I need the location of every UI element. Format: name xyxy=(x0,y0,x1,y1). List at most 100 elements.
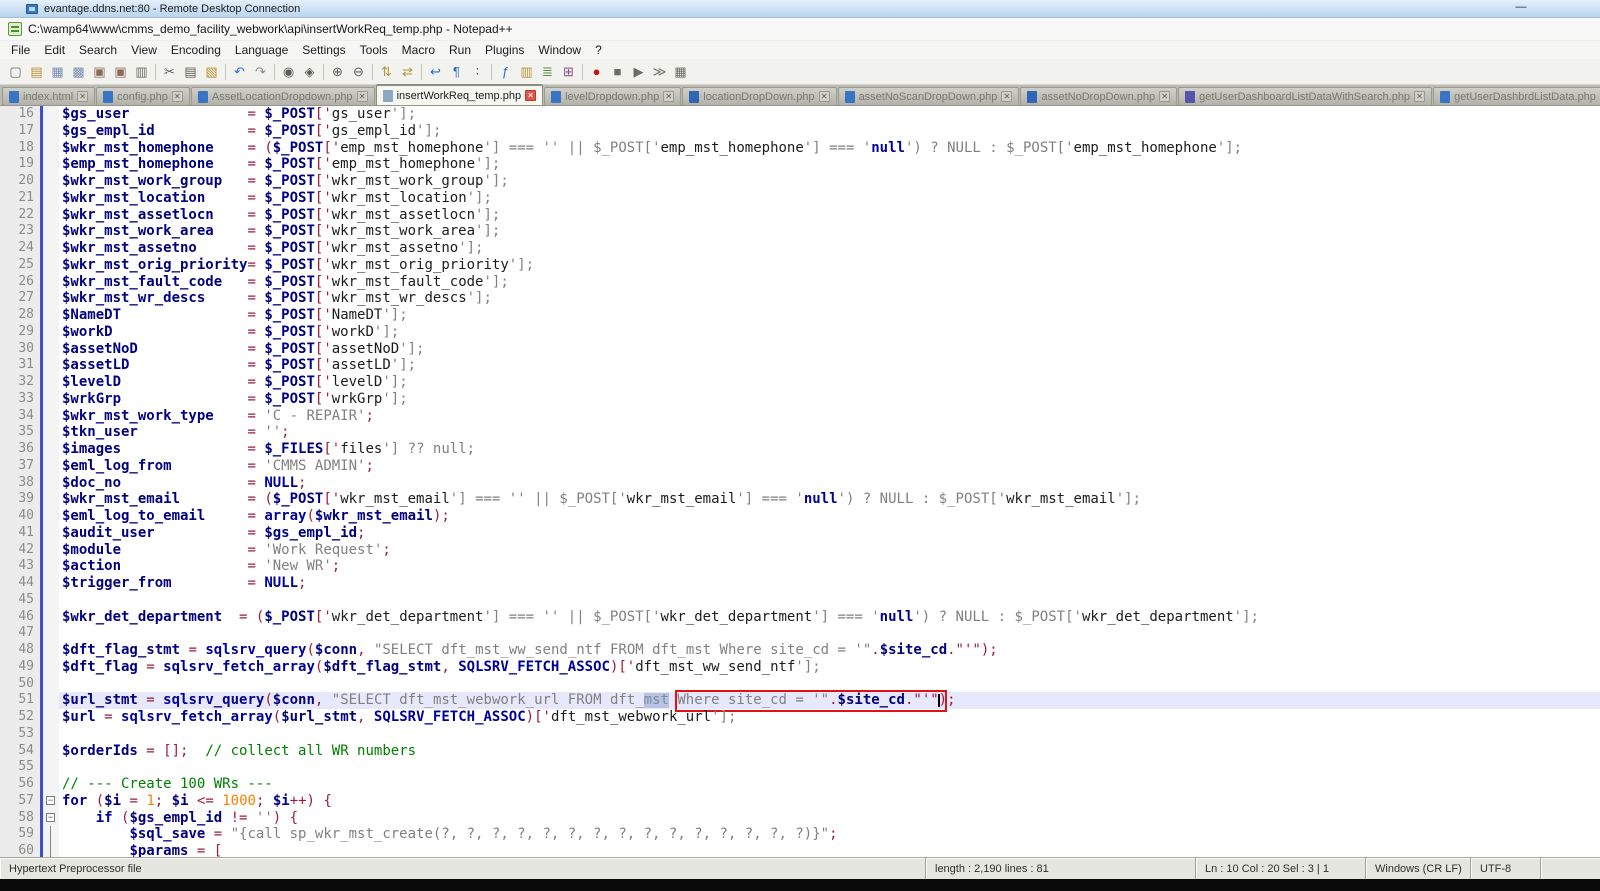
code-line-39[interactable]: 39$wkr_mst_email = ($_POST['wkr_mst_emai… xyxy=(0,491,1600,508)
fold-margin[interactable]: − xyxy=(44,810,59,827)
code-text[interactable] xyxy=(59,625,1600,642)
tab-getuserdashboardlistdatawithsearch-php[interactable]: getUserDashboardListDataWithSearch.php✕ xyxy=(1178,87,1432,105)
code-text[interactable]: if ($gs_empl_id != '') { xyxy=(59,810,1600,827)
code-line-45[interactable]: 45 xyxy=(0,592,1600,609)
code-line-28[interactable]: 28$NameDT = $_POST['NameDT']; xyxy=(0,307,1600,324)
fold-margin[interactable] xyxy=(44,123,59,140)
fold-margin[interactable] xyxy=(44,609,59,626)
fold-margin[interactable] xyxy=(44,676,59,693)
cut-icon[interactable]: ✂ xyxy=(159,61,180,82)
code-text[interactable]: $orderIds = []; // collect all WR number… xyxy=(59,743,1600,760)
document-list-icon[interactable]: ≣ xyxy=(537,61,558,82)
menu-item-search[interactable]: Search xyxy=(72,42,124,58)
code-line-37[interactable]: 37$eml_log_from = 'CMMS ADMIN'; xyxy=(0,458,1600,475)
replace-icon[interactable]: ◈ xyxy=(299,61,320,82)
code-text[interactable]: $wkr_mst_location = $_POST['wkr_mst_loca… xyxy=(59,190,1600,207)
code-text[interactable]: $eml_log_to_email = array($wkr_mst_email… xyxy=(59,508,1600,525)
tab-close-icon[interactable]: ✕ xyxy=(1001,91,1012,102)
function-list-icon[interactable]: ƒ xyxy=(495,61,516,82)
fold-margin[interactable] xyxy=(44,190,59,207)
tab-index-html[interactable]: index.html✕ xyxy=(2,87,95,105)
code-text[interactable]: $url_stmt = sqlsrv_query($conn, "SELECT … xyxy=(59,692,1600,709)
code-text[interactable]: $sql_save = "{call sp_wkr_mst_create(?, … xyxy=(59,826,1600,843)
fold-margin[interactable] xyxy=(44,106,59,123)
code-line-33[interactable]: 33$wrkGrp = $_POST['wrkGrp']; xyxy=(0,391,1600,408)
code-line-24[interactable]: 24$wkr_mst_assetno = $_POST['wkr_mst_ass… xyxy=(0,240,1600,257)
macro-record-icon[interactable]: ● xyxy=(586,61,607,82)
fold-margin[interactable] xyxy=(44,156,59,173)
fold-margin[interactable] xyxy=(44,274,59,291)
code-line-18[interactable]: 18$wkr_mst_homephone = ($_POST['emp_mst_… xyxy=(0,140,1600,157)
menu-item-file[interactable]: File xyxy=(4,42,37,58)
fold-collapse-icon[interactable]: − xyxy=(46,796,55,805)
code-line-47[interactable]: 47 xyxy=(0,625,1600,642)
tab-close-icon[interactable]: ✕ xyxy=(525,90,536,101)
code-line-46[interactable]: 46$wkr_det_department = ($_POST['wkr_det… xyxy=(0,609,1600,626)
fold-margin[interactable] xyxy=(44,508,59,525)
code-text[interactable] xyxy=(59,759,1600,776)
tab-insertworkreq_temp-php[interactable]: insertWorkReq_temp.php✕ xyxy=(376,84,544,105)
code-line-34[interactable]: 34$wkr_mst_work_type = 'C - REPAIR'; xyxy=(0,408,1600,425)
code-text[interactable]: $assetLD = $_POST['assetLD']; xyxy=(59,357,1600,374)
tab-getuserdashbrdlistdata-php[interactable]: getUserDashbrdListData.php✕ xyxy=(1433,87,1600,105)
code-text[interactable]: $eml_log_from = 'CMMS ADMIN'; xyxy=(59,458,1600,475)
code-text[interactable]: $gs_empl_id = $_POST['gs_empl_id']; xyxy=(59,123,1600,140)
code-line-43[interactable]: 43$action = 'New WR'; xyxy=(0,558,1600,575)
code-text[interactable] xyxy=(59,592,1600,609)
code-line-55[interactable]: 55 xyxy=(0,759,1600,776)
code-line-49[interactable]: 49$dft_flag = sqlsrv_fetch_array($dft_fl… xyxy=(0,659,1600,676)
redo-icon[interactable]: ↷ xyxy=(250,61,271,82)
fold-margin[interactable] xyxy=(44,341,59,358)
code-editor[interactable]: 16$gs_user = $_POST['gs_user'];17$gs_emp… xyxy=(0,106,1600,857)
code-text[interactable]: $workD = $_POST['workD']; xyxy=(59,324,1600,341)
code-line-23[interactable]: 23$wkr_mst_work_area = $_POST['wkr_mst_w… xyxy=(0,223,1600,240)
menu-item-[interactable]: ? xyxy=(588,42,609,58)
code-text[interactable]: $trigger_from = NULL; xyxy=(59,575,1600,592)
code-text[interactable]: $levelD = $_POST['levelD']; xyxy=(59,374,1600,391)
code-text[interactable]: $wrkGrp = $_POST['wrkGrp']; xyxy=(59,391,1600,408)
rdp-minimize-button[interactable]: — xyxy=(1510,3,1532,15)
zoom-out-icon[interactable]: ⊖ xyxy=(348,61,369,82)
menu-item-plugins[interactable]: Plugins xyxy=(478,42,531,58)
fold-margin[interactable] xyxy=(44,391,59,408)
code-line-19[interactable]: 19$emp_mst_homephone = $_POST['emp_mst_h… xyxy=(0,156,1600,173)
menu-item-view[interactable]: View xyxy=(124,42,164,58)
tab-leveldropdown-php[interactable]: levelDropdown.php✕ xyxy=(544,87,681,105)
code-text[interactable]: $wkr_det_department = ($_POST['wkr_det_d… xyxy=(59,609,1600,626)
tab-config-php[interactable]: config.php✕ xyxy=(96,87,190,105)
menu-item-run[interactable]: Run xyxy=(442,42,478,58)
fold-margin[interactable] xyxy=(44,625,59,642)
code-line-27[interactable]: 27$wkr_mst_wr_descs = $_POST['wkr_mst_wr… xyxy=(0,290,1600,307)
code-text[interactable]: $assetNoD = $_POST['assetNoD']; xyxy=(59,341,1600,358)
code-line-53[interactable]: 53 xyxy=(0,726,1600,743)
fold-margin[interactable] xyxy=(44,458,59,475)
tab-locationdropdown-php[interactable]: locationDropDown.php✕ xyxy=(682,87,836,105)
code-line-59[interactable]: 59 $sql_save = "{call sp_wkr_mst_create(… xyxy=(0,826,1600,843)
fold-margin[interactable] xyxy=(44,525,59,542)
fold-margin[interactable] xyxy=(44,408,59,425)
code-line-56[interactable]: 56// --- Create 100 WRs --- xyxy=(0,776,1600,793)
tab-close-icon[interactable]: ✕ xyxy=(819,91,830,102)
code-text[interactable]: $gs_user = $_POST['gs_user']; xyxy=(59,106,1600,123)
fold-margin[interactable] xyxy=(44,240,59,257)
code-line-51[interactable]: 51$url_stmt = sqlsrv_query($conn, "SELEC… xyxy=(0,692,1600,709)
menu-item-language[interactable]: Language xyxy=(228,42,295,58)
tab-assetlocationdropdown-php[interactable]: AssetLocationDropdown.php✕ xyxy=(191,87,375,105)
code-line-31[interactable]: 31$assetLD = $_POST['assetLD']; xyxy=(0,357,1600,374)
menu-item-encoding[interactable]: Encoding xyxy=(164,42,228,58)
sync-horizontal-icon[interactable]: ⇄ xyxy=(397,61,418,82)
code-line-29[interactable]: 29$workD = $_POST['workD']; xyxy=(0,324,1600,341)
code-text[interactable] xyxy=(59,726,1600,743)
code-line-54[interactable]: 54$orderIds = []; // collect all WR numb… xyxy=(0,743,1600,760)
word-wrap-icon[interactable]: ↩ xyxy=(425,61,446,82)
menu-item-tools[interactable]: Tools xyxy=(353,42,395,58)
code-line-21[interactable]: 21$wkr_mst_location = $_POST['wkr_mst_lo… xyxy=(0,190,1600,207)
indent-guide-icon[interactable]: ∶ xyxy=(467,61,488,82)
code-line-35[interactable]: 35$tkn_user = ''; xyxy=(0,424,1600,441)
fold-margin[interactable] xyxy=(44,307,59,324)
code-text[interactable]: $module = 'Work Request'; xyxy=(59,542,1600,559)
code-line-60[interactable]: 60 $params = [ xyxy=(0,843,1600,857)
tab-assetnodropdown-php[interactable]: assetNoDropDown.php✕ xyxy=(1020,87,1177,105)
code-line-22[interactable]: 22$wkr_mst_assetlocn = $_POST['wkr_mst_a… xyxy=(0,207,1600,224)
code-text[interactable]: $NameDT = $_POST['NameDT']; xyxy=(59,307,1600,324)
